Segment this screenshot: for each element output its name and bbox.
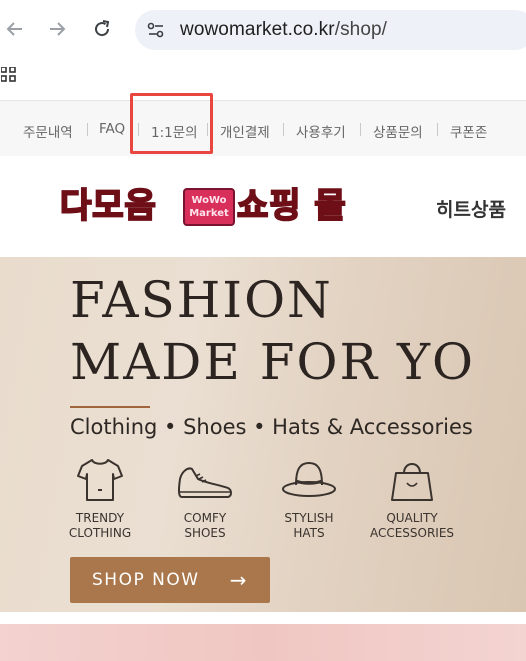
site-settings-icon	[147, 22, 164, 38]
logo-text-left: 다모음	[59, 185, 157, 227]
menu-item-orders[interactable]: 주문내역	[23, 121, 73, 141]
menu-divider	[283, 123, 284, 136]
shop-now-label: SHOP NOW	[92, 570, 200, 590]
reload-button[interactable]	[87, 14, 117, 44]
feature-shoes-line2: SHOES	[184, 526, 226, 540]
menu-item-personal-payment[interactable]: 개인결제	[220, 121, 270, 141]
feature-accessories: QUALITY ACCESSORIES	[367, 457, 457, 541]
address-bar[interactable]: wowomarket.co.kr/shop/	[135, 10, 526, 50]
menu-divider	[360, 123, 361, 136]
feature-clothing: TRENDY CLOTHING	[55, 457, 145, 541]
hat-icon	[282, 461, 336, 497]
logo-badge-bottom: Market	[189, 208, 229, 219]
bag-icon	[391, 463, 433, 501]
forward-button[interactable]	[42, 14, 72, 44]
forward-arrow-icon	[50, 22, 66, 36]
url-text: wowomarket.co.kr/shop/	[180, 19, 387, 41]
feature-hats: STYLISH HATS	[264, 457, 354, 541]
menu-item-reviews[interactable]: 사용후기	[296, 121, 346, 141]
arrow-right-icon: →	[229, 568, 248, 592]
feature-hats-line1: STYLISH	[284, 511, 334, 525]
menu-item-product-qna[interactable]: 상품문의	[373, 121, 423, 141]
back-button[interactable]	[0, 14, 30, 44]
site-logo[interactable]: 다모음 WoWo Market 쇼핑 몰	[59, 185, 367, 228]
url-host: wowomarket.co.kr	[180, 19, 335, 40]
feature-accessories-line1: QUALITY	[386, 511, 438, 525]
logo-text-right: 쇼핑 몰	[236, 185, 347, 227]
feature-accessories-line2: ACCESSORIES	[369, 526, 455, 540]
feature-shoes-line1: COMFY	[183, 511, 227, 525]
reload-icon	[95, 20, 110, 37]
grid-menu-icon[interactable]	[1, 67, 19, 85]
top-utility-menu: 주문내역 FAQ 1:1문의 개인결제 사용후기 상품문의 쿠폰존	[0, 100, 526, 156]
secondary-banner[interactable]	[0, 624, 526, 661]
menu-item-coupon-zone[interactable]: 쿠폰존	[450, 121, 487, 141]
banner-subtitle: Clothing • Shoes • Hats & Accessories	[70, 415, 473, 439]
highlight-annotation-box	[130, 93, 213, 154]
banner-divider	[70, 406, 150, 408]
hero-banner[interactable]: FASHION MADE FOR YO Clothing • Shoes • H…	[0, 257, 526, 612]
logo-badge-top: WoWo	[191, 195, 227, 206]
back-arrow-icon	[6, 22, 22, 36]
banner-title-line2: MADE FOR YO	[70, 333, 476, 391]
url-path: /shop/	[334, 19, 388, 40]
banner-title-line1: FASHION	[70, 271, 333, 329]
feature-shoes: COMFY SHOES	[160, 457, 250, 541]
shop-now-button[interactable]: SHOP NOW →	[70, 557, 270, 603]
shoe-icon	[177, 467, 232, 498]
logo-badge: WoWo Market	[183, 188, 235, 226]
menu-item-faq[interactable]: FAQ	[99, 121, 125, 137]
menu-divider	[437, 123, 438, 136]
browser-toolbar: wowomarket.co.kr/shop/	[0, 0, 526, 58]
menu-divider	[87, 123, 88, 136]
nav-hit-products[interactable]: 히트상품	[436, 195, 506, 222]
tshirt-icon	[77, 459, 123, 501]
feature-hats-line2: HATS	[293, 526, 325, 540]
feature-clothing-line2: CLOTHING	[68, 526, 132, 540]
feature-clothing-line1: TRENDY	[75, 511, 125, 525]
